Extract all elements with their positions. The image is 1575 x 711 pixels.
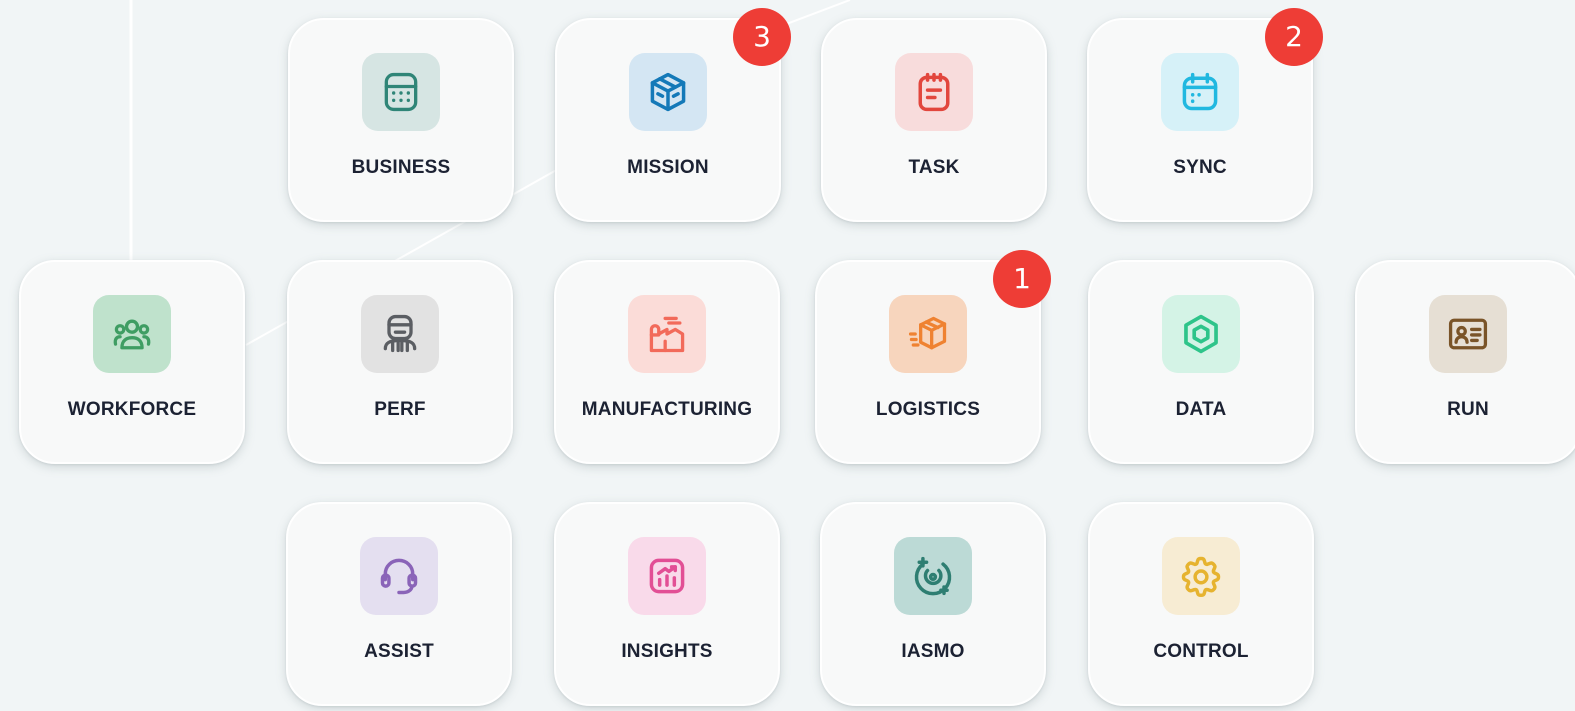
assist-icon-box (360, 537, 438, 615)
manufacturing-icon-box (628, 295, 706, 373)
notification-badge: 2 (1265, 8, 1323, 66)
cube-icon (650, 72, 686, 112)
calendar-icon (1182, 72, 1218, 111)
tile-label: PERF (374, 399, 426, 420)
tile-run[interactable]: RUN (1355, 260, 1575, 464)
users-icon (113, 319, 151, 350)
package-icon (908, 316, 947, 350)
orbit-icon (914, 556, 952, 596)
logistics-icon-box (889, 295, 967, 373)
control-icon-box (1162, 537, 1240, 615)
gear-icon (1181, 556, 1221, 598)
run-icon-box (1429, 295, 1507, 373)
notification-badge: 3 (733, 8, 791, 66)
notification-badge: 1 (993, 250, 1051, 308)
tile-sync[interactable]: SYNC 2 (1087, 8, 1323, 222)
sync-icon-box (1161, 53, 1239, 131)
data-icon-box (1162, 295, 1240, 373)
chart-icon (649, 558, 685, 594)
tile-perf[interactable]: PERF (287, 260, 513, 464)
tile-business[interactable]: BUSINESS (288, 18, 514, 222)
tile-control[interactable]: CONTROL (1088, 502, 1314, 706)
tile-task[interactable]: TASK (821, 18, 1047, 222)
tile-label: INSIGHTS (621, 641, 713, 662)
tile-workforce[interactable]: WORKFORCE (19, 260, 245, 464)
notepad-icon (918, 72, 950, 112)
tile-label: MISSION (627, 157, 709, 178)
robot-icon (383, 314, 417, 353)
tile-label: DATA (1175, 399, 1227, 420)
id-card-icon (1448, 318, 1488, 350)
tile-mission[interactable]: MISSION 3 (555, 8, 791, 222)
business-icon-box (362, 53, 440, 131)
factory-icon (649, 316, 685, 353)
calculator-icon (384, 72, 418, 112)
tile-manufacturing[interactable]: MANUFACTURING (554, 260, 780, 464)
insights-icon-box (628, 537, 706, 615)
tile-label: BUSINESS (351, 157, 451, 178)
tile-label: MANUFACTURING (581, 399, 753, 420)
tile-data[interactable]: DATA (1088, 260, 1314, 464)
tile-label: ASSIST (364, 641, 434, 662)
tile-label: IASMO (901, 641, 965, 662)
iasmo-icon-box (894, 537, 972, 615)
tile-label: RUN (1447, 399, 1489, 420)
hexagon-icon (1184, 314, 1218, 354)
workforce-icon-box (93, 295, 171, 373)
perf-icon-box (361, 295, 439, 373)
tile-label: WORKFORCE (67, 399, 197, 420)
headset-icon (380, 558, 418, 595)
tile-insights[interactable]: INSIGHTS (554, 502, 780, 706)
tile-label: CONTROL (1153, 641, 1249, 662)
tile-label: SYNC (1173, 157, 1227, 178)
tile-logistics[interactable]: LOGISTICS 1 (815, 250, 1051, 464)
mission-icon-box (629, 53, 707, 131)
tile-label: TASK (908, 157, 960, 178)
task-icon-box (895, 53, 973, 131)
tile-label: LOGISTICS (875, 399, 981, 420)
tile-iasmo[interactable]: IASMO (820, 502, 1046, 706)
tile-assist[interactable]: ASSIST (286, 502, 512, 706)
